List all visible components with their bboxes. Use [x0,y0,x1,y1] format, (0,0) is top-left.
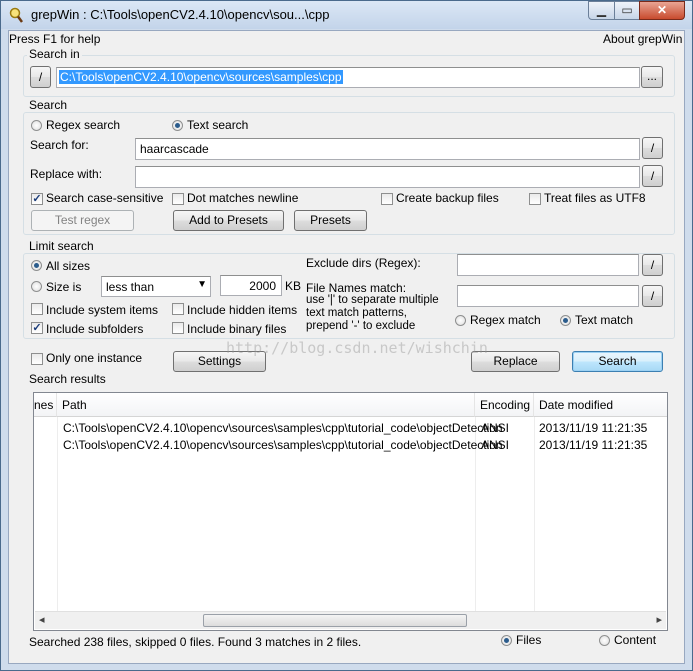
row-path: C:\Tools\openCV2.4.10\opencv\sources\sam… [63,438,503,452]
horizontal-scrollbar[interactable]: ◂ ▸ [35,611,666,629]
file-names-hint-3: prepend '-' to exclude [306,320,416,332]
close-button[interactable]: ✕ [639,1,685,20]
size-value-input[interactable]: 2000 [220,275,282,296]
table-row[interactable]: C:\Tools\openCV2.4.10\opencv\sources\sam… [34,437,667,454]
exclude-dirs-label: Exclude dirs (Regex): [306,256,421,270]
case-sensitive-checkbox[interactable]: ✓ [31,193,43,205]
size-is-label: Size is [46,280,82,294]
search-label: Search [27,98,70,112]
size-operator-value: less than [106,280,155,294]
row-encoding: ANSI [481,438,510,452]
column-header-encoding[interactable]: Encoding [475,393,534,417]
text-search-radio[interactable] [172,120,183,131]
column-header-path[interactable]: Path [57,393,475,417]
backup-files-label: Create backup files [396,191,499,205]
scroll-right-icon[interactable]: ▸ [656,613,662,626]
hidden-items-label: Include hidden items [187,303,298,317]
size-is-radio[interactable] [31,281,42,292]
search-path-text: C:\Tools\openCV2.4.10\opencv\sources\sam… [59,70,343,84]
replace-with-input[interactable] [135,166,640,188]
hidden-items-checkbox[interactable] [172,303,184,315]
window-title: grepWin : C:\Tools\openCV2.4.10\opencv\s… [31,7,330,22]
replace-with-label: Replace with: [30,167,103,181]
backup-files-checkbox[interactable] [381,193,393,205]
size-unit-label: KB [285,279,302,293]
regex-search-radio[interactable] [31,120,42,131]
file-names-input[interactable] [457,285,639,307]
content-radio[interactable] [599,635,610,646]
browse-button[interactable]: ... [641,66,663,88]
all-sizes-radio[interactable] [31,260,42,271]
exclude-dirs-input[interactable] [457,254,639,276]
search-in-label: Search in [27,47,82,61]
row-date: 2013/11/19 11:21:35 [539,421,648,435]
utf8-label: Treat files as UTF8 [544,191,646,205]
watermark-text: http://blog.csdn.net/wishchin [226,339,488,357]
only-one-instance-checkbox[interactable] [31,353,43,365]
search-for-input[interactable]: haarcascade [135,138,640,160]
subfolders-checkbox[interactable]: ✓ [31,322,43,334]
grepwin-window: grepWin : C:\Tools\openCV2.4.10\opencv\s… [0,0,693,671]
system-items-label: Include system items [46,303,159,317]
subfolders-label: Include subfolders [46,322,144,336]
row-path: C:\Tools\openCV2.4.10\opencv\sources\sam… [63,421,503,435]
search-for-slash-button[interactable]: / [642,137,663,159]
binary-files-label: Include binary files [187,322,287,336]
column-header-date[interactable]: Date modified [534,393,667,417]
only-one-instance-label: Only one instance [46,351,143,365]
main-panel: Press F1 for help About grepWin Search i… [8,30,685,664]
about-link[interactable]: About grepWin [603,32,682,46]
file-names-label: File Names match: [306,281,407,295]
search-path-input[interactable]: C:\Tools\openCV2.4.10\opencv\sources\sam… [56,67,640,88]
exclude-dirs-slash-button[interactable]: / [642,254,663,276]
presets-button[interactable]: Presets [294,210,367,231]
search-results-label: Search results [29,372,106,386]
add-to-presets-button[interactable]: Add to Presets [173,210,284,231]
search-for-value: haarcascade [140,142,209,156]
dot-newline-checkbox[interactable] [172,193,184,205]
case-sensitive-label: Search case-sensitive [46,191,164,205]
dot-newline-label: Dot matches newline [187,191,299,205]
text-search-label: Text search [187,118,249,132]
file-names-hint-1: use '|' to separate multiple [306,294,439,306]
text-match-label: Text match [575,313,634,327]
results-list[interactable]: nes Path Encoding Date modified C:\Tools… [33,392,668,631]
files-label: Files [516,633,542,647]
table-row[interactable]: C:\Tools\openCV2.4.10\opencv\sources\sam… [34,420,667,437]
regex-search-label: Regex search [46,118,121,132]
content-label: Content [614,633,657,647]
regex-match-label: Regex match [470,313,541,327]
search-for-label: Search for: [30,138,89,152]
binary-files-checkbox[interactable] [172,322,184,334]
file-names-slash-button[interactable]: / [642,285,663,307]
limit-search-label: Limit search [27,239,96,253]
regex-match-radio[interactable] [455,315,466,326]
scrollbar-thumb[interactable] [203,614,467,627]
search-in-slash-button[interactable]: / [30,66,51,88]
scroll-left-icon[interactable]: ◂ [39,613,45,626]
title-bar[interactable]: grepWin : C:\Tools\openCV2.4.10\opencv\s… [1,1,692,29]
files-radio[interactable] [501,635,512,646]
all-sizes-label: All sizes [46,259,91,273]
test-regex-button[interactable]: Test regex [31,210,134,231]
row-date: 2013/11/19 11:21:35 [539,438,648,452]
search-button[interactable]: Search [572,351,663,372]
text-match-radio[interactable] [560,315,571,326]
size-value-text: 2000 [249,279,276,293]
size-operator-select[interactable]: less than ▼ [101,276,211,297]
column-header-name[interactable]: nes [34,393,57,417]
maximize-button[interactable]: ▭ [614,1,640,20]
magnifier-app-icon [9,7,23,23]
replace-slash-button[interactable]: / [642,165,663,187]
system-items-checkbox[interactable] [31,303,43,315]
status-text: Searched 238 files, skipped 0 files. Fou… [29,635,362,649]
help-hint: Press F1 for help [9,32,101,46]
minimize-button[interactable]: ▁ [588,1,615,20]
chevron-down-icon: ▼ [197,279,207,290]
utf8-checkbox[interactable] [529,193,541,205]
file-names-hint-2: text match patterns, [306,307,407,319]
row-encoding: ANSI [481,421,510,435]
